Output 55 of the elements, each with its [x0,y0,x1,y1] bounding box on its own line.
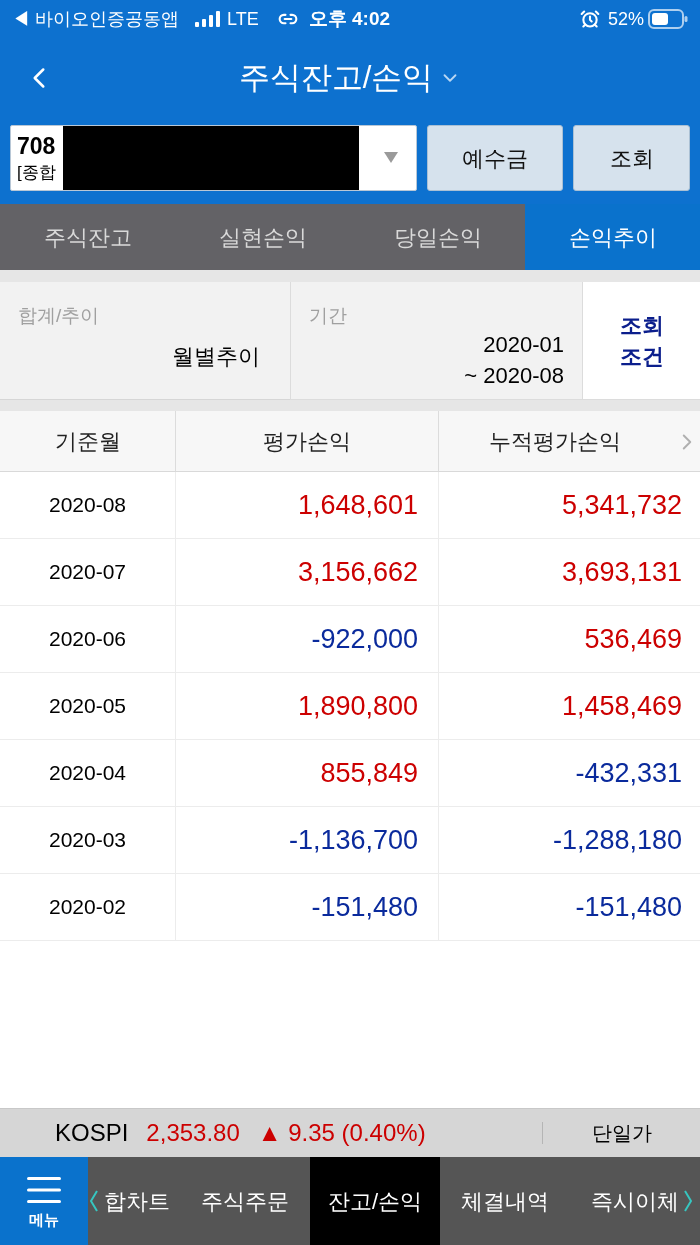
menu-icon [27,1176,61,1203]
account-select[interactable]: 708 [종합 [10,125,417,191]
amount-cell: -151,480 [438,874,700,940]
amount-cell: -1,136,700 [175,807,438,873]
month-cell-text: 2020-08 [47,492,128,519]
dropdown-icon [384,152,398,163]
filter-label: 합계/추이 [18,304,100,328]
amount-cell: 3,693,131 [438,539,700,605]
amount-cell: 536,469 [438,606,700,672]
month-cell-text: 2020-06 [47,626,128,653]
account-action-button[interactable]: 조회 [573,125,690,191]
amount-cell: 1,890,800 [175,673,438,739]
battery-percent: 52% [607,7,644,31]
month-cell-text: 2020-05 [47,693,128,720]
filter-value: 2020-01 ~ 2020-08 [464,330,564,390]
clock-time: 오후 4:02 [308,6,390,31]
month-cell-text: 2020-02 [47,894,128,921]
menu-button[interactable]: 메뉴 [0,1157,88,1245]
account-action-button[interactable]: 예수금 [427,125,563,191]
index-name: KOSPI [55,1118,129,1148]
filter-panel[interactable]: 기간 2020-01 ~ 2020-08 [290,282,582,400]
trading-mode-label: 단일가 [590,1121,653,1146]
account-type: [종합 [17,164,56,181]
tab[interactable]: 손익추이 [525,204,700,270]
column-header: 누적평가손익 [438,411,700,471]
amount-cell: 5,341,732 [438,472,700,538]
scroll-left-icon[interactable] [90,1190,98,1212]
column-header: 평가손익 [175,411,438,471]
filter-value: 월별추이 [172,342,261,371]
amount-cell: 1,458,469 [438,673,700,739]
amount-cell: -151,480 [175,874,438,940]
battery-icon [648,9,688,29]
bottom-nav-item[interactable]: 잔고/손익 [310,1157,440,1245]
amount-cell: 3,156,662 [175,539,438,605]
month-cell-text: 2020-04 [47,760,128,787]
search-conditions-button[interactable]: 조회 조건 [582,282,700,400]
amount-cell: -432,331 [438,740,700,806]
amount-cell: 855,849 [175,740,438,806]
column-header: 기준월 [53,427,122,456]
index-value: 2,353.80 [146,1118,240,1148]
screen-title[interactable]: 주식잔고/손익 [238,54,434,102]
signal-icon [195,11,221,27]
filter-panel[interactable]: 합계/추이 월별추이 [0,282,290,400]
scroll-right-icon[interactable] [684,1190,692,1212]
amount-cell: -1,288,180 [438,807,700,873]
network-label: LTE [227,7,259,31]
alarm-icon [579,9,600,29]
amount-cell: -922,000 [175,606,438,672]
amount-cell: 1,648,601 [175,472,438,538]
filter-label: 기간 [309,304,347,328]
back-to-app-link[interactable]: ◀ 바이오인증공동앱 [12,5,179,33]
account-number: 708 [17,135,56,158]
month-cell-text: 2020-03 [47,827,128,854]
month-cell-text: 2020-07 [47,559,128,586]
index-change: ▲ 9.35 (0.40%) [257,1118,426,1148]
